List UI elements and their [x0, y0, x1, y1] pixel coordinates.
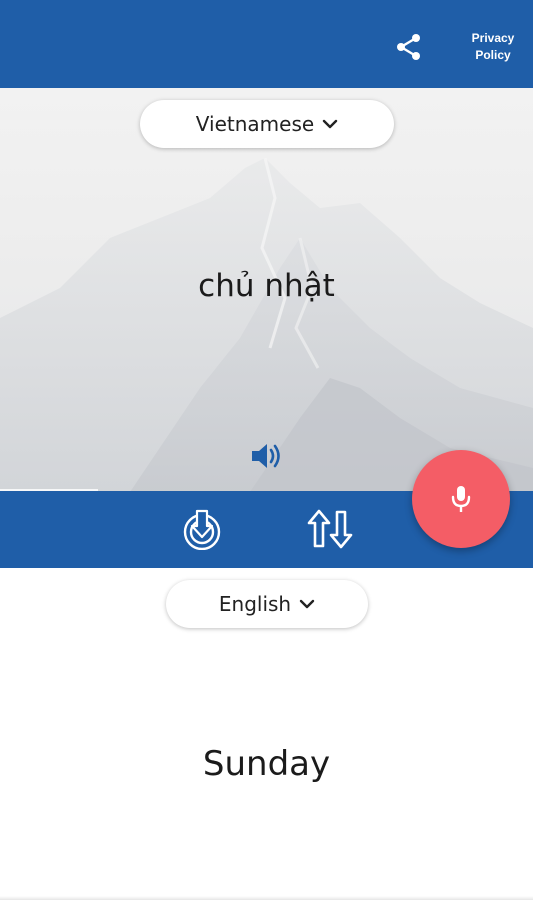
- download-icon: [183, 509, 221, 550]
- source-language-label: Vietnamese: [195, 112, 315, 136]
- share-icon: [397, 34, 420, 60]
- privacy-policy-button[interactable]: Privacy Policy: [462, 30, 524, 66]
- chevron-down-icon: [299, 599, 315, 609]
- target-language-select[interactable]: English: [166, 580, 368, 628]
- mic-icon: [451, 486, 471, 512]
- bottom-divider: [0, 896, 533, 900]
- app-bar: [0, 0, 533, 88]
- target-language-label: English: [218, 592, 292, 616]
- speaker-icon: [252, 444, 280, 468]
- swap-languages-button[interactable]: [306, 506, 354, 552]
- source-text: chủ nhật: [198, 268, 335, 304]
- microphone-button[interactable]: [412, 450, 510, 548]
- translated-text: Sunday: [202, 744, 331, 784]
- swap-icon: [307, 509, 353, 549]
- speak-source-button[interactable]: [248, 438, 286, 474]
- download-button[interactable]: [180, 506, 224, 552]
- chevron-down-icon: [322, 119, 338, 129]
- share-button[interactable]: [392, 30, 426, 64]
- source-language-select[interactable]: Vietnamese: [140, 100, 394, 148]
